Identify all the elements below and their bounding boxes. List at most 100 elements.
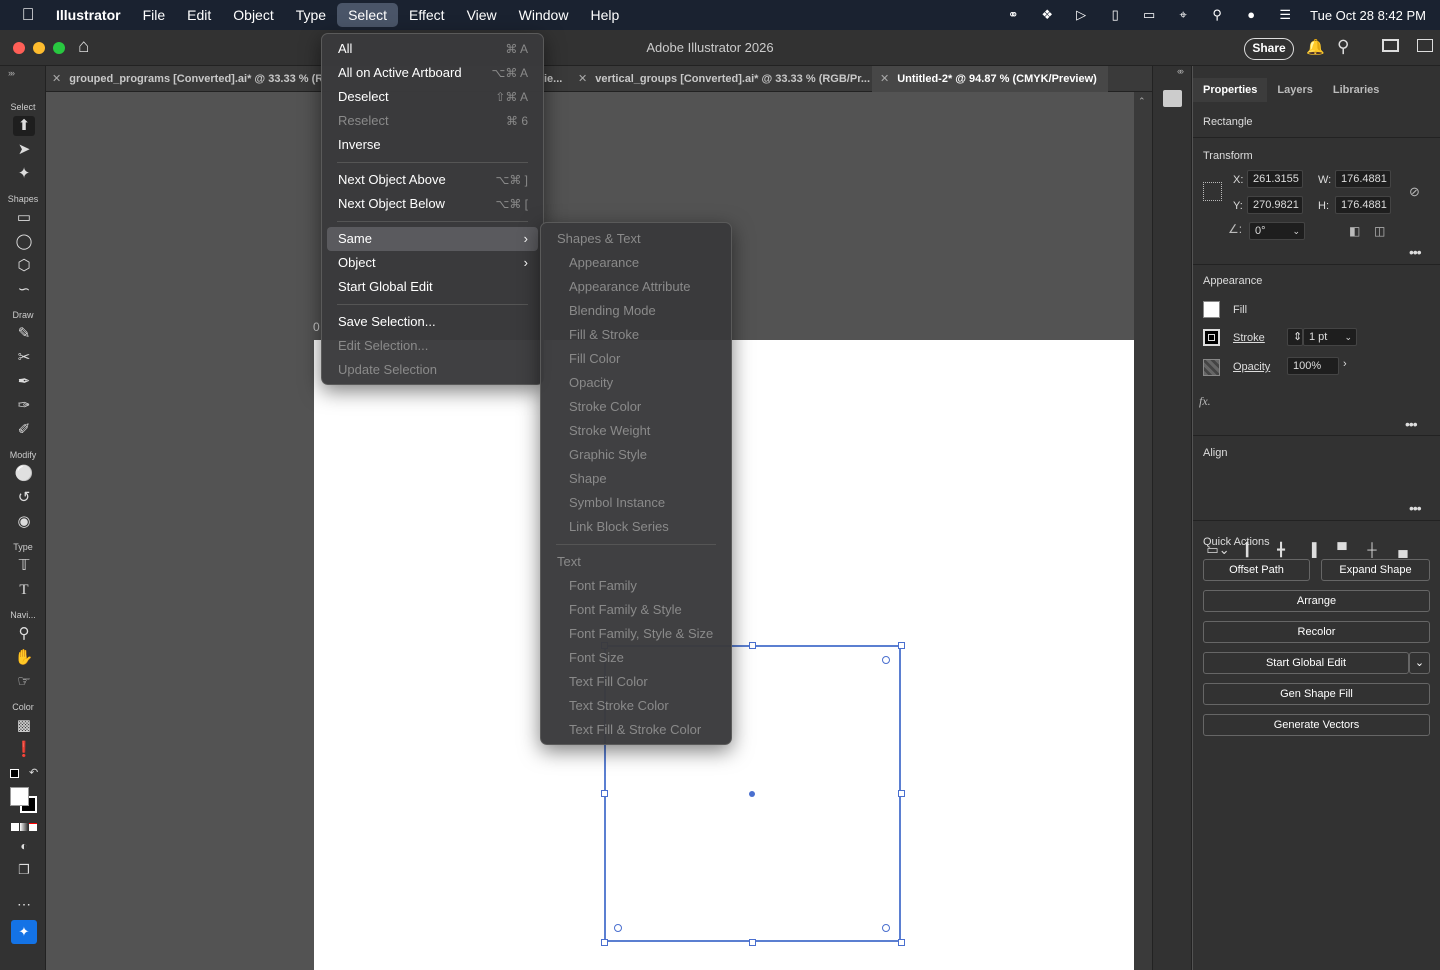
- rotate-tool-icon[interactable]: ↺: [13, 488, 35, 508]
- offset-path-button[interactable]: Offset Path: [1203, 559, 1310, 581]
- opacity-field[interactable]: 100%: [1287, 357, 1339, 375]
- apple-icon[interactable]: : [0, 5, 56, 25]
- collapse-tabs-icon[interactable]: »: [10, 68, 15, 78]
- menu-app-name[interactable]: Illustrator: [56, 3, 132, 27]
- default-colors-icon[interactable]: [10, 769, 19, 778]
- arrange-button[interactable]: Arrange: [1203, 590, 1430, 612]
- menu-type[interactable]: Type: [285, 3, 337, 27]
- reference-point-icon[interactable]: [1203, 182, 1222, 201]
- siri-icon[interactable]: ●: [1242, 8, 1260, 22]
- generative-tool-icon[interactable]: ✦: [11, 920, 37, 944]
- global-edit-options-button[interactable]: ⌄: [1409, 652, 1430, 674]
- comments-icon[interactable]: [1163, 90, 1182, 107]
- battery-icon[interactable]: ▭: [1140, 8, 1158, 22]
- handle-top-right[interactable]: [898, 642, 905, 649]
- flip-horizontal-icon[interactable]: ◧: [1349, 224, 1360, 238]
- menu-item-object[interactable]: Object ›: [327, 251, 538, 275]
- share-button[interactable]: Share: [1244, 38, 1294, 60]
- selection-tool-icon[interactable]: ⬆: [13, 116, 35, 136]
- align-vertical-center-icon[interactable]: ┼: [1362, 542, 1382, 560]
- fill-swatch[interactable]: [1203, 301, 1220, 318]
- menu-item-save-selection[interactable]: Save Selection...: [327, 310, 538, 334]
- handle-top-center[interactable]: [749, 642, 756, 649]
- panel-toggle-icon[interactable]: [1417, 39, 1433, 52]
- pencil-tool-icon[interactable]: ✎: [13, 324, 35, 344]
- curvature-tool-icon[interactable]: ✑: [13, 396, 35, 416]
- close-tab-icon[interactable]: ✕: [578, 73, 587, 85]
- search-icon[interactable]: ⚲: [1208, 8, 1226, 22]
- badge-icon[interactable]: ▯: [1106, 8, 1124, 22]
- menu-help[interactable]: Help: [579, 3, 630, 27]
- handle-bottom-left[interactable]: [601, 939, 608, 946]
- paintbrush-tool-icon[interactable]: ✒: [13, 372, 35, 392]
- more-options-icon[interactable]: •••: [1409, 244, 1422, 260]
- type-on-path-tool-icon[interactable]: 𝕋: [13, 556, 35, 576]
- control-center-icon[interactable]: ☰: [1276, 8, 1294, 22]
- menu-item-all[interactable]: All ⌘ A: [327, 37, 538, 61]
- menu-item-start-global-edit[interactable]: Start Global Edit: [327, 275, 538, 299]
- lasso-tool-icon[interactable]: ⚪: [13, 464, 35, 484]
- gradient-tool-icon[interactable]: ▩: [13, 716, 35, 736]
- zoom-tool-icon[interactable]: ⚲: [13, 624, 35, 644]
- chevron-right-icon[interactable]: ›: [1343, 358, 1347, 370]
- align-right-icon[interactable]: ▐: [1302, 542, 1322, 560]
- chevron-down-icon[interactable]: ⌄: [1292, 223, 1300, 239]
- expand-shape-button[interactable]: Expand Shape: [1321, 559, 1430, 581]
- menu-item-next-object-above[interactable]: Next Object Above ⌥⌘ ]: [327, 168, 538, 192]
- tab-libraries[interactable]: Libraries: [1323, 78, 1389, 102]
- handle-bottom-right[interactable]: [898, 939, 905, 946]
- tab-hidden[interactable]: ie...: [544, 66, 566, 92]
- shaper-tool-icon[interactable]: ∽: [13, 280, 35, 300]
- menu-object[interactable]: Object: [222, 3, 284, 27]
- menu-item-deselect[interactable]: Deselect ⇧⌘ A: [327, 85, 538, 109]
- align-bottom-icon[interactable]: ▄: [1393, 542, 1413, 560]
- ellipse-tool-icon[interactable]: ◯: [13, 232, 35, 252]
- menu-item-same[interactable]: Same ›: [327, 227, 538, 251]
- recolor-button[interactable]: Recolor: [1203, 621, 1430, 643]
- opacity-label[interactable]: Opacity: [1233, 361, 1270, 373]
- more-tools-icon[interactable]: ⋯: [13, 894, 35, 914]
- corner-widget[interactable]: [882, 924, 890, 932]
- dropbox-icon[interactable]: ❖: [1038, 8, 1056, 22]
- handle-bottom-center[interactable]: [749, 939, 756, 946]
- more-options-icon[interactable]: •••: [1409, 500, 1422, 516]
- creative-cloud-icon[interactable]: ⚭: [1004, 8, 1022, 22]
- fx-icon[interactable]: fx.: [1199, 394, 1211, 409]
- color-mode-icon[interactable]: [11, 823, 19, 831]
- direct-selection-tool-icon[interactable]: ➤: [13, 140, 35, 160]
- tab-properties[interactable]: Properties: [1193, 78, 1268, 102]
- close-tab-icon[interactable]: ✕: [880, 73, 889, 85]
- menu-effect[interactable]: Effect: [398, 3, 456, 27]
- scroll-up-icon[interactable]: ⌃: [1138, 96, 1146, 107]
- fill-swatch[interactable]: [10, 787, 29, 806]
- menu-edit[interactable]: Edit: [176, 3, 222, 27]
- start-global-edit-button[interactable]: Start Global Edit: [1203, 652, 1409, 674]
- menu-file[interactable]: File: [132, 3, 177, 27]
- corner-widget[interactable]: [882, 656, 890, 664]
- none-mode-icon[interactable]: [29, 823, 37, 831]
- close-tab-icon[interactable]: ✕: [52, 73, 61, 85]
- tab-vertical-groups[interactable]: ✕ vertical_groups [Converted].ai* @ 33.33…: [578, 66, 872, 92]
- y-field[interactable]: 270.9821: [1247, 196, 1303, 214]
- polygon-tool-icon[interactable]: ⬡: [13, 256, 35, 276]
- more-options-icon[interactable]: •••: [1405, 416, 1418, 432]
- stroke-weight-field[interactable]: 1 pt ⌄: [1303, 328, 1357, 346]
- h-field[interactable]: 176.4881: [1335, 196, 1391, 214]
- tab-layers[interactable]: Layers: [1267, 78, 1322, 102]
- flip-vertical-icon[interactable]: ◫: [1374, 224, 1385, 238]
- artboard-hand-icon[interactable]: ☞: [13, 672, 35, 692]
- screen-mode-icon[interactable]: ❐: [13, 860, 35, 880]
- scissors-tool-icon[interactable]: ✂: [13, 348, 35, 368]
- stroke-swatch[interactable]: [1203, 329, 1220, 346]
- search-icon[interactable]: ⚲: [1337, 37, 1349, 57]
- bell-icon[interactable]: 🔔: [1306, 38, 1325, 56]
- tab-grouped-programs[interactable]: ✕ grouped_programs [Converted].ai* @ 33.3…: [52, 66, 322, 92]
- rectangle-tool-icon[interactable]: ▭: [13, 208, 35, 228]
- gradient-mode-icon[interactable]: [20, 823, 28, 831]
- wifi-icon[interactable]: ⌖: [1174, 8, 1192, 22]
- stroke-stepper[interactable]: ⇕: [1287, 328, 1303, 346]
- shape-builder-tool-icon[interactable]: ◉: [13, 512, 35, 532]
- menu-window[interactable]: Window: [508, 3, 580, 27]
- generate-vectors-button[interactable]: Generate Vectors: [1203, 714, 1430, 736]
- hand-tool-icon[interactable]: ✋: [13, 648, 35, 668]
